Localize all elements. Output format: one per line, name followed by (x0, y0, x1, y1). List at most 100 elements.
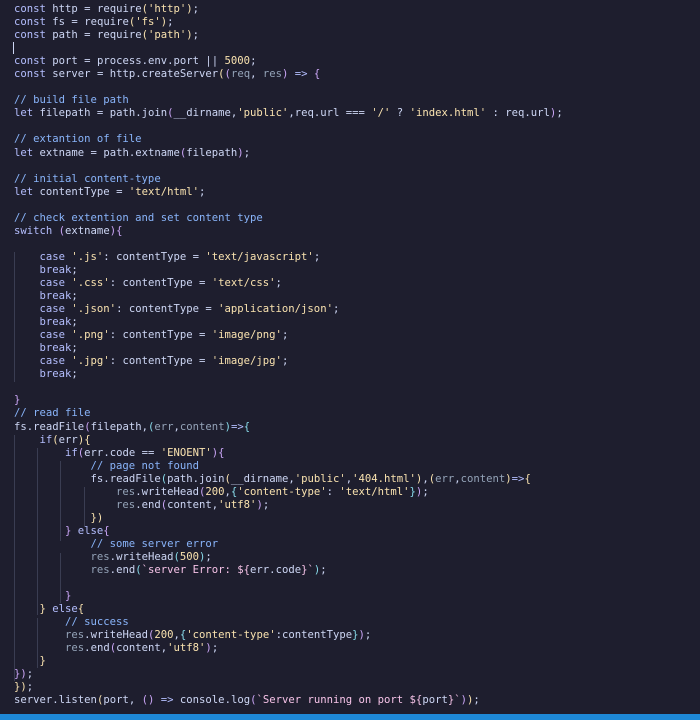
code-line[interactable]: switch (extname){ (14, 225, 563, 238)
code-token: createServer (141, 68, 219, 81)
code-token: = (192, 355, 212, 368)
code-line[interactable]: }); (14, 681, 563, 694)
code-line[interactable]: // some server error (14, 538, 563, 551)
code-line[interactable]: break; (14, 316, 563, 329)
code-line[interactable]: case '.jpg': contentType = 'image/jpg'; (14, 355, 563, 368)
code-line[interactable] (14, 42, 563, 55)
code-line[interactable]: // extantion of file (14, 133, 563, 146)
code-line[interactable]: // read file (14, 407, 563, 420)
code-editor[interactable]: const http = require('http'); const fs = … (0, 0, 700, 714)
code-line[interactable]: // page not found (14, 460, 563, 473)
code-token: = (109, 185, 129, 198)
code-token: port (422, 694, 448, 707)
code-token: ; (332, 303, 340, 316)
code-token: console (179, 694, 225, 707)
code-line[interactable]: const path = require('path'); (14, 29, 563, 42)
code-line[interactable]: case '.json': contentType = 'application… (14, 303, 563, 316)
code-line[interactable] (14, 120, 563, 133)
code-line[interactable]: let contentType = 'text/html'; (14, 186, 563, 199)
code-line[interactable] (14, 199, 563, 212)
code-line[interactable]: res.end(`server Error: ${err.code}`); (14, 564, 563, 577)
code-token: ; (192, 3, 200, 15)
code-lines[interactable]: const http = require('http'); const fs = … (14, 3, 563, 708)
code-token: let (14, 107, 40, 120)
code-token: 'image/png' (211, 329, 282, 342)
code-line[interactable]: const server = http.createServer((req, r… (14, 68, 563, 81)
code-token: ; (211, 642, 219, 655)
code-line[interactable]: res.writeHead(200,{'content-type': 'text… (14, 486, 563, 499)
code-token: 'content-type' (186, 629, 276, 642)
code-line[interactable] (14, 238, 563, 251)
code-line[interactable]: let extname = path.extname(filepath); (14, 147, 563, 160)
code-line[interactable]: // initial content-type (14, 173, 563, 186)
code-token: // build file path (14, 94, 129, 107)
code-line[interactable]: case '.png': contentType = 'image/png'; (14, 329, 563, 342)
code-token: 'index.html' (409, 107, 487, 120)
code-token: : (116, 303, 129, 316)
code-line[interactable]: res.end(content,'utf8'); (14, 499, 563, 512)
code-token: res (262, 68, 282, 81)
code-token: url (530, 107, 550, 120)
code-line[interactable]: fs.readFile(filepath,(err,content)=>{ (14, 421, 563, 434)
code-token: port (52, 55, 78, 68)
code-token: = (90, 68, 110, 81)
code-line[interactable] (14, 577, 563, 590)
code-line[interactable]: res.writeHead(500); (14, 551, 563, 564)
code-line[interactable] (14, 381, 563, 394)
code-line[interactable]: }) (14, 512, 563, 525)
code-token: filepath (186, 146, 238, 159)
code-token: const (14, 16, 53, 29)
code-token: // success (14, 616, 129, 629)
code-line[interactable]: case '.js': contentType = 'text/javascri… (14, 251, 563, 264)
code-token: readFile (33, 420, 85, 433)
code-line[interactable]: if(err){ (14, 434, 563, 447)
code-token: '/' (371, 107, 391, 120)
code-token: case (14, 355, 72, 368)
code-token: end (116, 564, 136, 577)
code-line[interactable]: const http = require('http'); (14, 3, 563, 16)
code-token: fs (14, 472, 104, 485)
code-line[interactable]: } (14, 655, 563, 668)
code-line[interactable]: } (14, 590, 563, 603)
code-line[interactable]: } else{ (14, 603, 563, 616)
code-token: end (90, 642, 110, 655)
code-line[interactable]: const fs = require('fs'); (14, 16, 563, 29)
code-token: 'image/jpg' (211, 355, 282, 368)
code-token: ; (262, 498, 270, 511)
code-line[interactable]: res.writeHead(200,{'content-type':conten… (14, 629, 563, 642)
code-token: } (14, 524, 78, 537)
code-line[interactable]: res.end(content,'utf8'); (14, 642, 563, 655)
code-line[interactable]: } (14, 394, 563, 407)
code-line[interactable]: let filepath = path.join(__dirname,'publ… (14, 107, 563, 120)
code-token: `server Error: ${ (141, 564, 251, 577)
code-token: url (320, 107, 340, 120)
code-line[interactable]: }); (14, 668, 563, 681)
code-token: contentType (116, 250, 187, 263)
code-token: ? (390, 107, 410, 120)
code-line[interactable]: if(err.code == 'ENOENT'){ (14, 447, 563, 460)
code-line[interactable]: // check extention and set content type (14, 212, 563, 225)
code-line[interactable] (14, 160, 563, 173)
code-line[interactable]: break; (14, 264, 563, 277)
code-line[interactable]: break; (14, 342, 563, 355)
code-line[interactable] (14, 81, 563, 94)
code-token: code (109, 446, 136, 459)
code-token: 200 (154, 629, 174, 642)
code-token: }` (301, 564, 314, 577)
code-line[interactable]: server.listen(port, () => console.log(`S… (14, 694, 563, 707)
code-token: 'content-type' (237, 485, 327, 498)
code-line[interactable]: case '.css': contentType = 'text/css'; (14, 277, 563, 290)
code-line[interactable]: const port = process.env.port || 5000; (14, 55, 563, 68)
code-line[interactable]: fs.readFile(path.join(__dirname,'public'… (14, 473, 563, 486)
code-line[interactable]: break; (14, 368, 563, 381)
code-token: break (14, 263, 72, 276)
code-token: // initial content-type (14, 172, 161, 185)
code-line[interactable]: // build file path (14, 94, 563, 107)
code-token: } (14, 655, 46, 668)
code-token: ; (243, 146, 251, 159)
code-token: require (96, 29, 142, 42)
code-token: , (250, 68, 263, 81)
code-line[interactable]: // success (14, 616, 563, 629)
code-line[interactable]: break; (14, 290, 563, 303)
code-line[interactable]: } else{ (14, 525, 563, 538)
